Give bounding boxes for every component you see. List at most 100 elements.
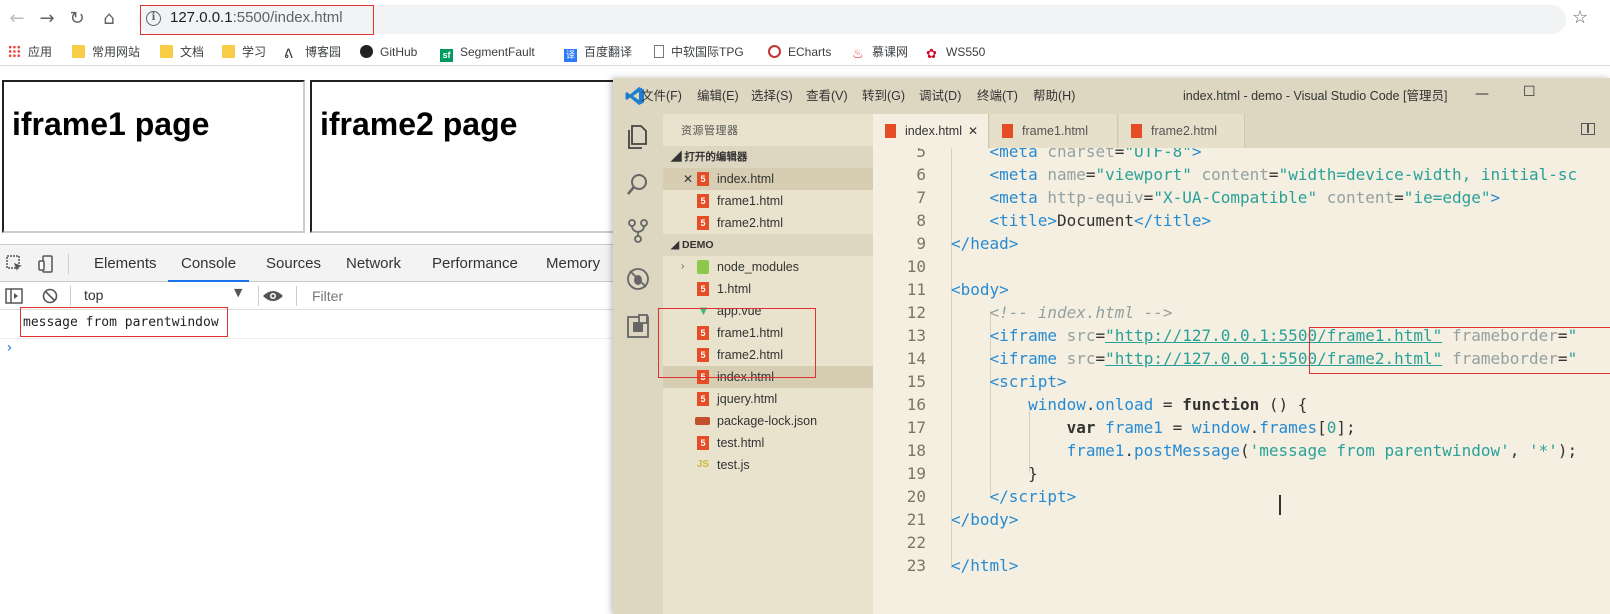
code-text: <meta http-equiv="X-UA-Compatible" conte… [989, 188, 1501, 207]
bookmark-label: 文档 [180, 45, 205, 59]
bookmark-common-sites[interactable]: 常用网站 [72, 43, 140, 61]
minimize-icon[interactable]: — [1475, 86, 1489, 102]
open-editor-item[interactable]: 5 frame2.html [663, 212, 873, 234]
home-icon[interactable]: ⌂ [98, 8, 120, 30]
menu-debug[interactable]: 调试(D) [919, 78, 961, 114]
tree-item-file[interactable]: 5 test.html [663, 432, 873, 454]
source-control-icon[interactable] [625, 218, 651, 244]
bookmark-cnblogs[interactable]: ᕕ 博客园 [284, 43, 341, 61]
bookmark-label: ECharts [788, 45, 832, 59]
iframe2[interactable]: iframe2 page [310, 80, 622, 233]
bookmark-label: 学习 [242, 45, 267, 59]
iframe-src-annotation-box [1309, 327, 1610, 374]
tree-item-folder[interactable]: › node_modules [663, 256, 873, 278]
line-number: 18 [906, 441, 926, 460]
menu-selection[interactable]: 选择(S) [751, 78, 793, 114]
tab-network[interactable]: Network [346, 245, 401, 282]
tab-console[interactable]: Console [168, 245, 250, 282]
context-selector[interactable]: top [78, 285, 254, 306]
editor-tab-frame2[interactable]: frame2.html [1119, 114, 1245, 148]
bookmark-apps[interactable]: 应用 [8, 43, 52, 61]
line-number: 14 [906, 349, 926, 368]
files-annotation-box [658, 308, 816, 378]
url-annotation-box [140, 5, 374, 35]
iframe2-heading: iframe2 page [320, 106, 518, 142]
vscode-window: 文件(F) 编辑(E) 选择(S) 查看(V) 转到(G) 调试(D) 终端(T… [613, 78, 1610, 614]
back-arrow-icon[interactable]: ← [6, 8, 28, 30]
workspace-header[interactable]: ◢ DEMO [663, 234, 873, 256]
tree-item-file[interactable]: 5 jquery.html [663, 388, 873, 410]
reload-icon[interactable]: ↻ [66, 8, 88, 30]
open-editor-item[interactable]: ✕ 5 index.html [663, 168, 873, 190]
tab-elements[interactable]: Elements [94, 245, 157, 282]
menu-terminal[interactable]: 终端(T) [977, 78, 1018, 114]
clear-console-icon[interactable] [42, 288, 58, 304]
file-label: node_modules [717, 260, 800, 274]
bookmark-chinasoft[interactable]: 中软国际TPG [654, 43, 744, 61]
console-filter-input[interactable] [312, 285, 612, 307]
html-file-icon: 5 [697, 172, 709, 186]
folder-icon [222, 45, 235, 58]
maximize-icon[interactable]: ☐ [1523, 84, 1536, 100]
bookmark-docs[interactable]: 文档 [160, 43, 204, 61]
explorer-title: 资源管理器 [681, 125, 739, 137]
menu-edit[interactable]: 编辑(E) [697, 78, 739, 114]
line-number: 7 [916, 188, 926, 207]
device-toolbar-icon[interactable] [38, 255, 56, 273]
menu-file[interactable]: 文件(F) [641, 78, 682, 114]
open-editors-header[interactable]: ◢ 打开的编辑器 [663, 146, 873, 168]
extensions-icon[interactable] [625, 314, 651, 340]
bookmark-study[interactable]: 学习 [222, 43, 266, 61]
tab-memory[interactable]: Memory [546, 245, 600, 282]
close-icon[interactable]: ✕ [968, 114, 978, 148]
tab-sources[interactable]: Sources [266, 245, 321, 282]
tab-performance[interactable]: Performance [432, 245, 518, 282]
bookmark-github[interactable]: GitHub [360, 43, 417, 61]
line-number: 5 [916, 148, 926, 161]
bookmark-echarts[interactable]: ECharts [768, 43, 831, 61]
bookmark-ws550[interactable]: ✿ WS550 [926, 43, 985, 61]
line-number: 13 [906, 326, 926, 345]
apps-grid-icon [8, 45, 21, 58]
menu-view[interactable]: 查看(V) [806, 78, 848, 114]
explorer-files-icon[interactable] [625, 124, 651, 150]
html-file-icon [1131, 124, 1142, 138]
code-line: 10 [873, 255, 1610, 278]
file-label: test.html [717, 436, 765, 450]
bookmark-imooc[interactable]: ♨ 慕课网 [852, 43, 908, 61]
search-icon[interactable] [625, 172, 651, 198]
menu-help[interactable]: 帮助(H) [1033, 78, 1075, 114]
editor-tab-index[interactable]: index.html ✕ [873, 114, 989, 148]
live-expression-eye-icon[interactable] [262, 289, 284, 303]
line-number: 17 [906, 418, 926, 437]
line-number: 23 [906, 556, 926, 575]
open-editor-item[interactable]: 5 frame1.html [663, 190, 873, 212]
split-editor-icon[interactable] [1581, 123, 1595, 135]
file-label: 1.html [717, 282, 752, 296]
menu-goto[interactable]: 转到(G) [862, 78, 905, 114]
debug-icon[interactable] [625, 266, 651, 292]
bookmark-label: 常用网站 [92, 45, 141, 59]
vscode-titlebar: 文件(F) 编辑(E) 选择(S) 查看(V) 转到(G) 调试(D) 终端(T… [613, 78, 1610, 114]
json-file-icon [695, 417, 710, 425]
code-text: </body> [951, 510, 1019, 529]
inspect-element-icon[interactable] [6, 255, 24, 273]
node-folder-icon [697, 260, 709, 274]
bookmark-baidu-translate[interactable]: 译百度翻译 [564, 43, 632, 62]
tree-item-file[interactable]: package-lock.json [663, 410, 873, 432]
line-number: 10 [906, 257, 926, 276]
bookmark-label: 中软国际TPG [671, 45, 744, 59]
forward-arrow-icon[interactable]: → [36, 8, 58, 30]
show-sidebar-icon[interactable] [5, 288, 23, 304]
code-text: <body> [951, 280, 1009, 299]
bookmark-segmentfault[interactable]: sf SegmentFault [440, 43, 535, 62]
iframe1[interactable]: iframe1 page [2, 80, 305, 233]
tree-item-file[interactable]: 5 1.html [663, 278, 873, 300]
code-editor[interactable]: 5 <meta charset="UTF-8"> 6 <meta name="v… [873, 148, 1610, 614]
editor-tab-frame1[interactable]: frame1.html [990, 114, 1118, 148]
close-icon[interactable]: ✕ [683, 168, 693, 190]
tree-item-file[interactable]: JS test.js [663, 454, 873, 476]
divider [68, 254, 69, 274]
bookmark-star-icon[interactable]: ☆ [1572, 7, 1588, 28]
console-prompt[interactable]: › [5, 340, 13, 356]
